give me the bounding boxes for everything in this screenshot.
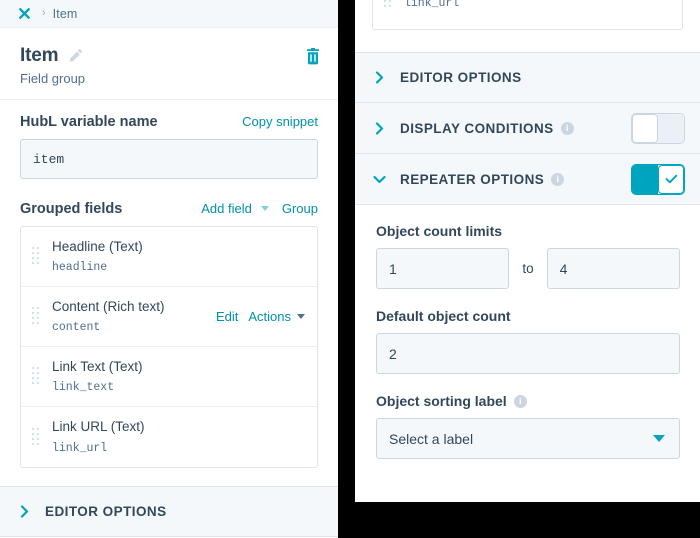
field-label: Headline (Text) [52,238,143,254]
grouped-fields-section: Grouped fields Add field Group Headline … [0,179,338,468]
input-value: 4 [559,260,568,277]
input-value: 1 [389,260,397,277]
info-icon[interactable]: i [513,394,527,408]
object-sorting-label-select[interactable]: Select a label [376,418,680,459]
actions-link[interactable]: Actions [248,309,291,324]
input-value: 2 [389,345,397,362]
pencil-icon[interactable] [67,48,83,64]
toggle-knob [658,164,684,194]
default-object-count-label: Default object count [376,308,680,324]
field-variable: headline [52,261,108,275]
group-link[interactable]: Group [282,201,318,216]
list-item[interactable]: Headline (Text) headline [21,227,317,287]
field-label: Content (Rich text) [52,298,165,314]
chevron-down-icon [653,435,665,442]
drag-handle-icon[interactable] [32,427,40,446]
drag-handle-icon[interactable] [32,247,40,265]
close-x-icon[interactable] [17,6,32,21]
copy-snippet-link[interactable]: Copy snippet [242,114,318,129]
list-item[interactable]: Link Text (Text) link_text [21,347,317,407]
to-separator-label: to [522,261,534,276]
field-variable: link_url [404,0,460,10]
field-group-header: Item Field group [0,28,338,99]
hubl-variable-section: HubL variable name Copy snippet item [0,100,338,179]
field-texts: Link Text (Text) link_text [52,358,305,394]
grouped-fields-label: Grouped fields [20,201,123,217]
list-item[interactable]: Link URL (Text) link_url [21,407,317,467]
page-title: Item [20,45,59,66]
object-count-min-input[interactable]: 1 [376,248,510,289]
object-count-limits-label: Object count limits [376,223,680,239]
repeater-options-body: Object count limits 1 to 4 Default objec… [355,205,700,459]
field-variable: link_url [52,441,108,455]
toggle-track [632,164,658,194]
chevron-right-icon [372,121,386,135]
add-field-link[interactable]: Add field [201,201,252,216]
field-variable: content [52,321,101,335]
spacer [355,30,700,52]
default-object-count-row: 2 [376,333,680,374]
field-variable: link_text [52,381,115,395]
object-sorting-label-label: Object sorting label i [376,393,680,409]
hubl-variable-input[interactable]: item [20,139,318,179]
module-options-panel: link_url EDITOR OPTIONS DISPLAY CONDITIO… [355,0,700,502]
grouped-fields-links: Add field Group [201,201,318,216]
field-label: Link URL (Text) [52,419,145,435]
drag-handle-icon[interactable] [32,307,40,325]
chevron-right-icon [372,71,386,84]
grouped-fields-list: Headline (Text) headline Content (Rich t… [20,226,318,468]
label-text: Object count limits [376,223,503,239]
default-object-count-input[interactable]: 2 [376,333,680,374]
accordion-title: EDITOR OPTIONS [400,70,522,85]
hubl-label-row: HubL variable name Copy snippet [20,114,318,130]
field-texts: Link URL (Text) link_url [52,418,305,454]
drag-handle-icon[interactable] [32,367,40,385]
field-actions: Edit Actions [216,309,305,324]
accordion-title-text: REPEATER OPTIONS [400,171,545,187]
info-icon[interactable]: i [551,172,565,186]
list-item[interactable]: Content (Rich text) content Edit Actions [21,287,317,347]
repeater-options-toggle[interactable] [632,164,684,194]
toggle-knob [632,113,658,143]
field-label: Link Text (Text) [52,358,143,374]
accordion-title: REPEATER OPTIONS [400,172,544,187]
hubl-variable-value: item [33,151,65,167]
section-editor-options[interactable]: EDITOR OPTIONS [355,52,700,103]
breadcrumb-item-item[interactable]: Item [53,7,78,21]
accordion-title: EDITOR OPTIONS [45,504,167,519]
hubl-variable-label: HubL variable name [20,114,158,130]
label-text: Default object count [376,308,511,324]
field-group-panel: › Item Item Field group HubL variable na… [0,0,338,538]
section-display-conditions[interactable]: DISPLAY CONDITIONS i [355,103,700,154]
sidebar-item-editor-options[interactable]: EDITOR OPTIONS [0,486,338,537]
trash-icon[interactable] [305,47,321,65]
drag-handle-icon[interactable] [384,0,392,8]
title-row: Item [20,45,321,67]
label-text: Object sorting label [376,393,507,409]
chevron-down-icon [372,175,386,184]
grouped-fields-label-row: Grouped fields Add field Group [20,201,318,217]
chevron-down-icon[interactable] [297,313,305,319]
toggle-track [658,113,684,143]
app-root: › Item Item Field group HubL variable na… [0,0,700,538]
info-icon[interactable]: i [560,121,574,135]
chevron-down-icon[interactable] [260,206,269,211]
accordion-title: DISPLAY CONDITIONS [400,121,554,136]
display-conditions-toggle[interactable] [632,113,684,143]
field-group-subtitle: Field group [20,71,86,86]
object-count-max-input[interactable]: 4 [546,248,680,289]
accordion-title-text: DISPLAY CONDITIONS [400,120,554,136]
chevron-right-icon [17,505,31,518]
breadcrumb: › Item [0,0,338,28]
edit-link[interactable]: Edit [216,309,238,324]
breadcrumb-separator: › [42,7,46,19]
section-repeater-options[interactable]: REPEATER OPTIONS i [355,154,700,205]
field-texts: Content (Rich text) content [52,298,216,334]
select-value: Select a label [389,430,474,447]
field-texts: Headline (Text) headline [52,238,305,274]
object-count-limits-row: 1 to 4 [376,248,680,289]
partial-field-card: link_url [372,0,683,30]
